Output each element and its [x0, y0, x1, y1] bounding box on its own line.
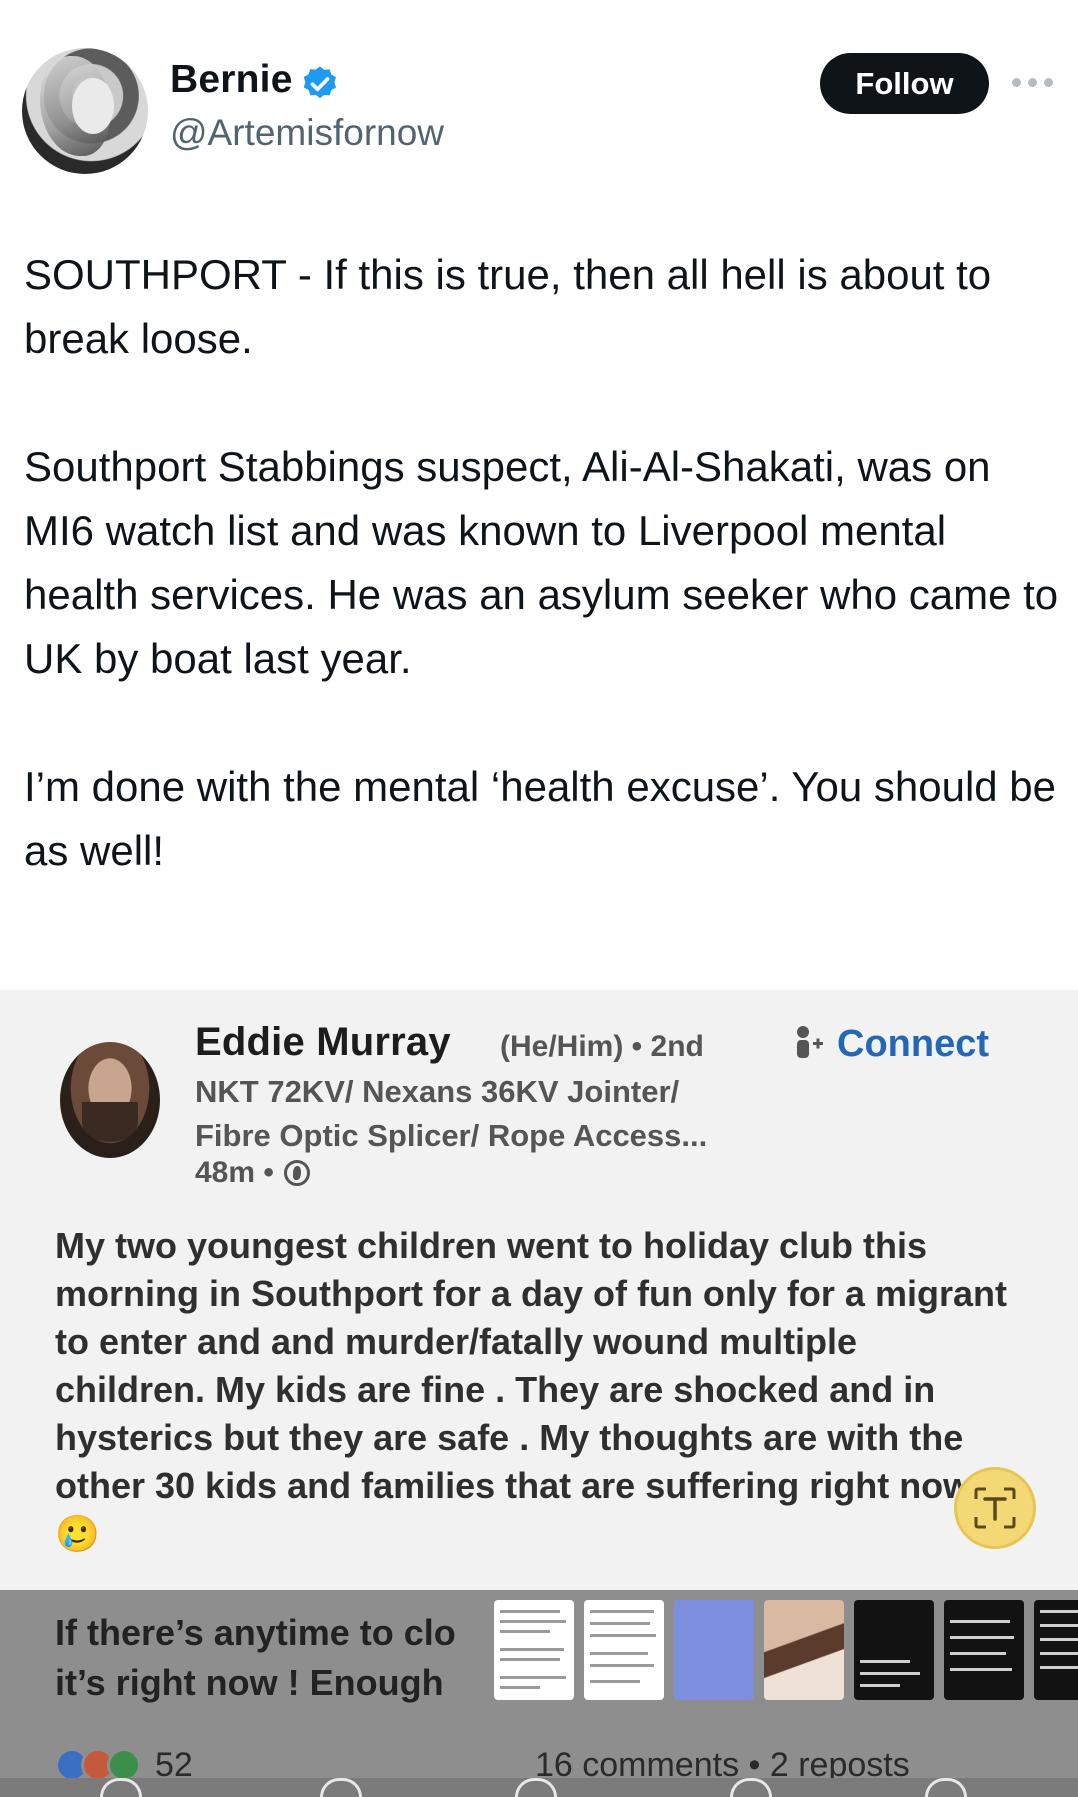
thumbnail[interactable] — [1034, 1600, 1078, 1700]
headline-line: NKT 72KV/ Nexans 36KV Jointer/ — [195, 1074, 680, 1109]
tweet-paragraph: SOUTHPORT - If this is true, then all he… — [24, 251, 992, 362]
delete-icon[interactable] — [925, 1778, 967, 1797]
follow-button[interactable]: Follow — [820, 53, 989, 114]
thumbnail[interactable] — [854, 1600, 934, 1700]
add-person-icon — [797, 1026, 823, 1058]
verified-badge-icon — [303, 66, 336, 99]
tweet-text: SOUTHPORT - If this is true, then all he… — [24, 243, 1064, 883]
screenshot-thumbnail-strip: If there’s anytime to clo it’s right now… — [0, 1590, 1078, 1797]
globe-icon — [283, 1160, 310, 1186]
connect-button: Connect — [795, 1018, 989, 1070]
thumbnail[interactable] — [674, 1600, 754, 1700]
tweet-paragraph: I’m done with the mental ‘health excuse’… — [24, 763, 1057, 874]
embedded-author-headline: NKT 72KV/ Nexans 36KV Jointer/ Fibre Opt… — [195, 1070, 815, 1158]
embedded-post-body: My two youngest children went to holiday… — [55, 1225, 1007, 1554]
embedded-author-avatar — [60, 1042, 160, 1158]
reply-icon[interactable] — [100, 1778, 142, 1797]
time-label: 48m • — [195, 1156, 274, 1189]
connect-label: Connect — [837, 1022, 989, 1065]
author-display-name[interactable]: Bernie — [170, 58, 293, 102]
thumbnail-row — [494, 1600, 1078, 1710]
embedded-post-time: 48m • — [195, 1156, 310, 1190]
like-icon[interactable] — [515, 1778, 557, 1797]
more-options-icon[interactable] — [1012, 74, 1056, 90]
repost-icon[interactable] — [320, 1778, 362, 1797]
author-avatar[interactable] — [22, 48, 148, 174]
headline-line: Fibre Optic Splicer/ Rope Access... — [195, 1118, 708, 1153]
thumbnail[interactable] — [584, 1600, 664, 1700]
text-recognition-button[interactable] — [954, 1467, 1036, 1549]
author-handle[interactable]: @Artemisfornow — [170, 112, 444, 154]
embedded-author-name: Eddie Murray — [195, 1020, 451, 1064]
share-icon[interactable] — [730, 1778, 772, 1797]
tweet-header: Bernie @Artemisfornow Follow — [0, 0, 1078, 190]
support-reaction-icon — [107, 1748, 141, 1782]
text-recognition-icon — [974, 1487, 1016, 1529]
tweet-paragraph: Southport Stabbings suspect, Ali-Al-Shak… — [24, 443, 1059, 682]
bottom-action-bar — [0, 1778, 1078, 1797]
thumbnail[interactable] — [764, 1600, 844, 1700]
embedded-author-pronoun-degree: (He/Him) • 2nd — [500, 1030, 704, 1063]
avatar-face — [72, 78, 114, 134]
thumbnail[interactable] — [494, 1600, 574, 1700]
thumbnail[interactable] — [944, 1600, 1024, 1700]
